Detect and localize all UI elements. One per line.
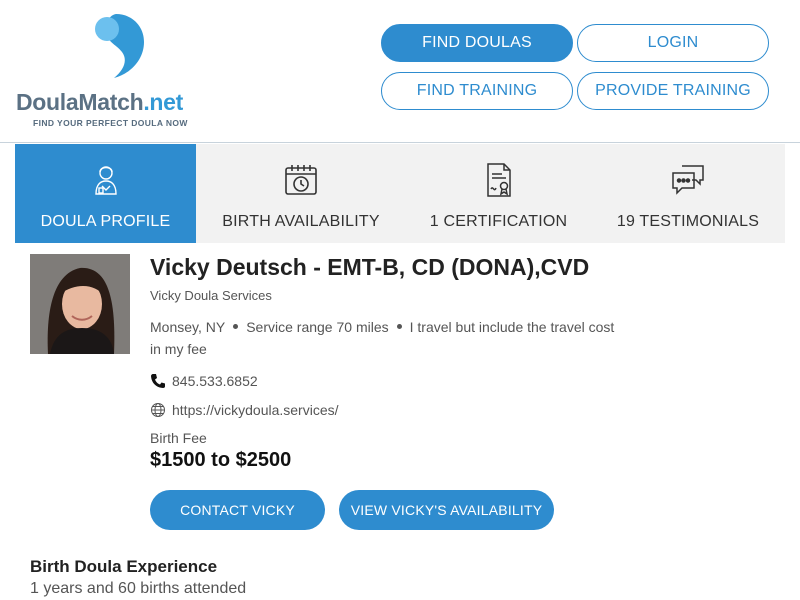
tab-label: DOULA PROFILE [40, 213, 171, 230]
contact-button[interactable]: CONTACT VICKY [150, 490, 325, 530]
tab-label: 19 TESTIMONIALS [616, 213, 760, 230]
logo-tagline: FIND YOUR PERFECT DOULA NOW [33, 118, 188, 128]
experience-title: Birth Doula Experience [30, 557, 218, 576]
site-logo[interactable]: DoulaMatch.net FIND YOUR PERFECT DOULA N… [16, 12, 216, 132]
find-doulas-button[interactable]: FIND DOULAS [381, 24, 573, 62]
phone-icon [151, 374, 165, 388]
logo-word-doula: Doula [16, 89, 79, 115]
site-header: DoulaMatch.net FIND YOUR PERFECT DOULA N… [0, 0, 800, 143]
profile-tabs: DOULA PROFILE BIRTH AVAILABILITY 1 CERTI… [15, 144, 785, 243]
tab-label: 1 CERTIFICATION [429, 213, 568, 230]
chat-bubbles-icon [672, 165, 704, 195]
website-row: https://vickydoula.services/ [150, 402, 339, 418]
business-name: Vicky Doula Services [150, 288, 272, 303]
doula-profile-icon [94, 166, 117, 195]
tab-doula-profile[interactable]: DOULA PROFILE [15, 144, 196, 243]
tab-label: BIRTH AVAILABILITY [222, 213, 380, 230]
login-button[interactable]: LOGIN [577, 24, 769, 62]
location-info: Monsey, NY Service range 70 miles I travel… [150, 316, 620, 360]
logo-wordmark: DoulaMatch.net [16, 89, 183, 116]
separator-dot [396, 324, 402, 330]
phone-number[interactable]: 845.533.6852 [172, 373, 258, 389]
fee-label: Birth Fee [150, 430, 207, 446]
location-city: Monsey, NY [150, 319, 226, 335]
phone-row: 845.533.6852 [150, 373, 258, 389]
tab-birth-availability[interactable]: BIRTH AVAILABILITY [196, 144, 406, 243]
separator-dot [233, 324, 239, 330]
experience-text: 1 years and 60 births attended [30, 580, 247, 597]
provide-training-button[interactable]: PROVIDE TRAINING [577, 72, 769, 110]
view-availability-button[interactable]: VIEW VICKY'S AVAILABILITY [339, 490, 554, 530]
logo-word-match: Match [78, 89, 144, 115]
fee-value: $1500 to $2500 [150, 449, 292, 471]
logo-mark-icon [95, 14, 144, 78]
logo-word-net: .net [143, 89, 184, 115]
doula-photo [30, 254, 130, 354]
doula-name: Vicky Deutsch - EMT-B, CD (DONA),CVD [150, 254, 590, 280]
find-training-button[interactable]: FIND TRAINING [381, 72, 573, 110]
certificate-icon [486, 163, 511, 197]
globe-icon [151, 403, 165, 417]
calendar-clock-icon [285, 165, 317, 195]
tab-testimonials[interactable]: 19 TESTIMONIALS [591, 144, 785, 243]
service-range: Service range 70 miles [246, 319, 389, 335]
website-link[interactable]: https://vickydoula.services/ [172, 402, 339, 418]
tab-certification[interactable]: 1 CERTIFICATION [406, 144, 591, 243]
profile-photo-illustration [30, 254, 130, 354]
